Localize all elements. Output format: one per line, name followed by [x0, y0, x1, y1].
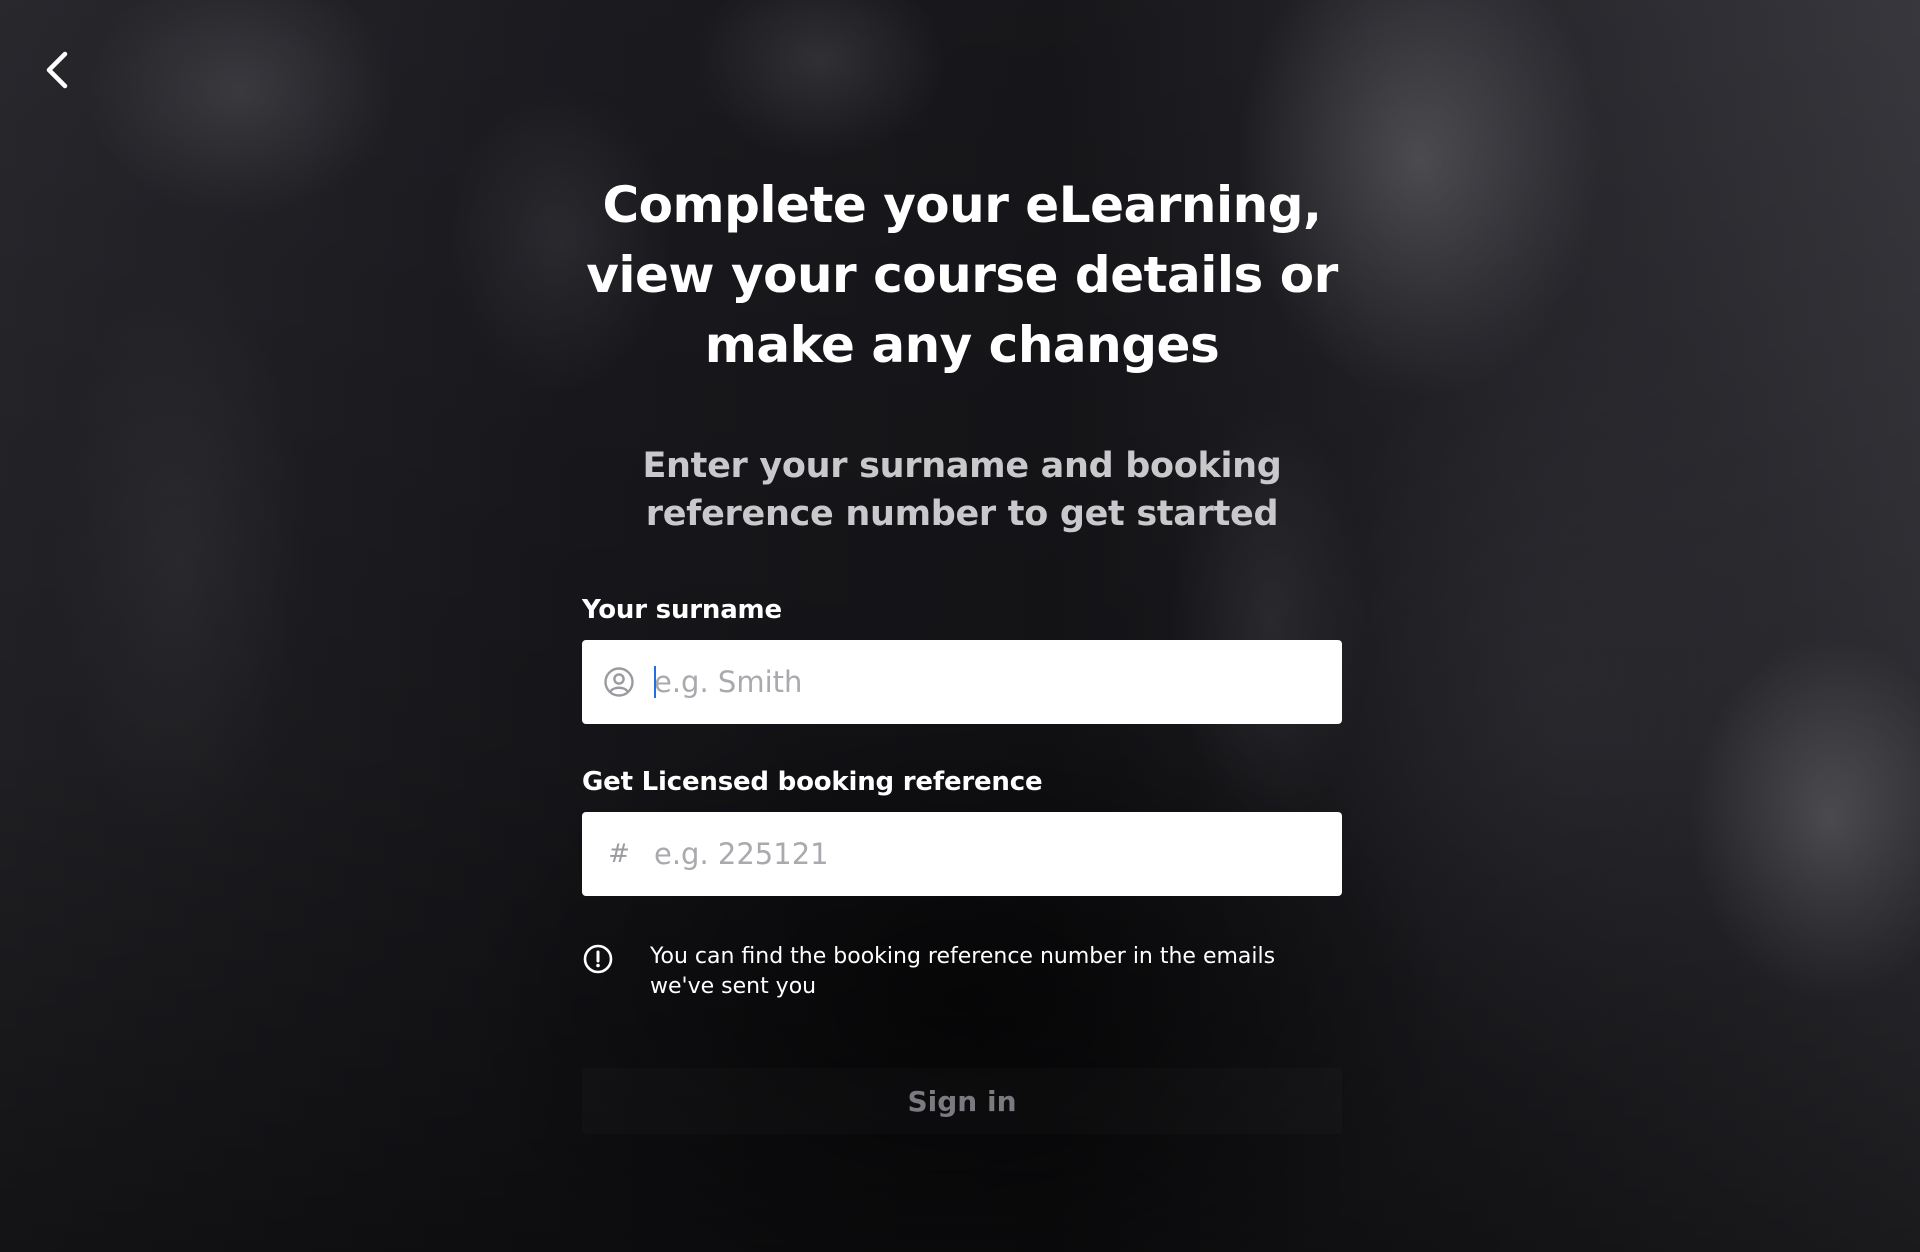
hash-icon: # [602, 837, 636, 871]
booking-reference-input[interactable] [654, 812, 1324, 896]
back-button[interactable] [36, 46, 76, 94]
page-subtitle: Enter your surname and booking reference… [642, 446, 1282, 534]
chevron-left-icon [46, 51, 68, 89]
surname-label: Your surname [582, 595, 782, 625]
user-circle-icon [602, 665, 636, 699]
text-caret [654, 666, 656, 698]
hash-glyph: # [608, 839, 630, 869]
booking-reference-hint: You can find the booking reference numbe… [582, 942, 1342, 1002]
booking-reference-input-box[interactable]: # [582, 812, 1342, 896]
sign-in-button[interactable]: Sign in [582, 1068, 1342, 1134]
hint-text: You can find the booking reference numbe… [650, 944, 1276, 999]
booking-reference-field-group: Get Licensed booking reference # [582, 766, 1342, 896]
surname-field-group: Your surname [582, 594, 1342, 724]
page-title: Complete your eLearning, view your cours… [586, 176, 1338, 374]
login-page: Complete your eLearning, view your cours… [0, 0, 1920, 1252]
sign-in-panel: Complete your eLearning, view your cours… [582, 170, 1342, 1134]
booking-reference-label: Get Licensed booking reference [582, 767, 1043, 797]
surname-input-box[interactable] [582, 640, 1342, 724]
info-circle-icon [583, 944, 613, 974]
surname-input[interactable] [654, 640, 1324, 724]
